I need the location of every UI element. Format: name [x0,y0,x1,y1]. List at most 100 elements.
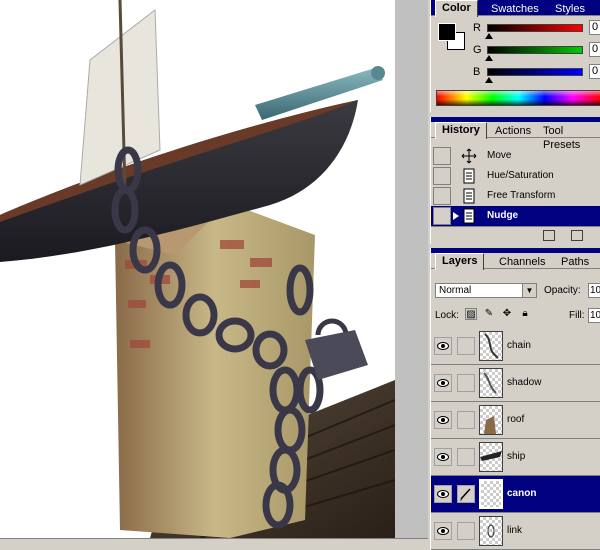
layer-row-ship[interactable]: ship [431,439,600,476]
layer-thumbnail [479,516,503,546]
foreground-color-swatch[interactable] [438,23,456,41]
history-item-label: Free Transform [487,190,556,201]
blue-slider[interactable] [487,68,583,76]
horizontal-scrollbar[interactable] [0,538,428,550]
tab-channels[interactable]: Channels [493,255,551,270]
history-panel-tabs: History Actions Tool Presets [431,122,600,151]
red-slider-row: R 0 [471,20,600,44]
history-item[interactable]: Free Transform [431,186,600,206]
layer-name: chain [507,340,531,351]
layer-thumbnail [479,442,503,472]
layer-link-toggle[interactable] [457,411,475,429]
chevron-down-icon[interactable]: ▼ [522,284,536,297]
layer-thumbnail [479,331,503,361]
document-icon [463,168,475,184]
layer-row-chain[interactable]: chain [431,328,600,365]
history-item-label: Nudge [487,210,519,221]
blue-label: B [473,66,481,78]
tab-styles[interactable]: Styles [549,2,591,17]
lock-all-icon[interactable]: 🔒︎ [519,308,531,320]
opacity-field[interactable]: 100% [588,283,600,298]
layer-list: chain shadow roof ship canon link [431,328,600,550]
layers-controls: Normal ▼ Opacity: 100% Lock: ▨ ✎ ✥ 🔒︎ Fi… [431,278,600,328]
history-snapshot-checkbox[interactable] [433,187,451,205]
tab-layers[interactable]: Layers [435,253,485,270]
green-slider-row: G 0 [471,42,600,66]
layer-name: canon [507,488,537,499]
brush-icon[interactable] [457,485,475,503]
tab-actions[interactable]: Actions [489,124,537,139]
visibility-eye-icon[interactable] [434,522,452,540]
history-state-marker-icon [453,212,459,220]
history-item-label: Move [487,150,512,161]
red-slider[interactable] [487,24,583,32]
blue-value-field[interactable]: 0 [589,64,600,79]
fill-field[interactable]: 100% [588,308,600,323]
blend-mode-value: Normal [439,285,472,296]
layer-link-toggle[interactable] [457,522,475,540]
tab-history[interactable]: History [435,122,487,139]
layer-row-roof[interactable]: roof [431,402,600,439]
camera-snapshot-icon[interactable] [571,230,583,241]
visibility-eye-icon[interactable] [434,485,452,503]
document-icon [463,208,475,224]
layer-name: shadow [507,377,542,388]
tab-color[interactable]: Color [435,0,478,17]
blend-mode-select[interactable]: Normal ▼ [435,283,537,298]
opacity-label: Opacity: [544,285,581,296]
layer-link-toggle[interactable] [457,448,475,466]
layer-thumbnail [479,368,503,398]
layer-link-toggle[interactable] [457,374,475,392]
red-slider-thumb[interactable] [485,33,493,39]
visibility-eye-icon[interactable] [434,411,452,429]
layer-row-link[interactable]: link [431,513,600,550]
history-panel: History Actions Tool Presets Move Hue/Sa… [430,117,600,244]
green-slider-thumb[interactable] [485,55,493,61]
color-panel: Color Swatches Styles R 0 G 0 B 0 [430,0,600,112]
tab-tool-presets[interactable]: Tool Presets [537,124,600,151]
green-label: G [473,44,482,56]
document-canvas[interactable] [0,0,395,538]
new-document-from-state-icon[interactable] [543,230,555,241]
layer-link-toggle[interactable] [457,337,475,355]
color-spectrum-bar[interactable] [436,90,600,106]
visibility-eye-icon[interactable] [434,337,452,355]
red-value-field[interactable]: 0 [589,20,600,35]
blue-slider-row: B 0 [471,64,600,88]
red-label: R [473,22,481,34]
history-snapshot-checkbox[interactable] [433,167,451,185]
history-snapshot-checkbox[interactable] [433,207,451,225]
history-item[interactable]: Move [431,146,600,166]
color-panel-tabs: Color Swatches Styles [431,0,600,17]
visibility-eye-icon[interactable] [434,448,452,466]
layer-row-shadow[interactable]: shadow [431,365,600,402]
tab-paths[interactable]: Paths [555,255,595,270]
layer-row-canon[interactable]: canon [431,476,600,513]
history-item-label: Hue/Saturation [487,170,554,181]
history-snapshot-checkbox[interactable] [433,147,451,165]
layer-name: link [507,525,523,536]
history-item-selected[interactable]: Nudge [431,206,600,226]
lock-label: Lock: [435,310,459,321]
visibility-eye-icon[interactable] [434,374,452,392]
move-tool-icon [461,148,477,164]
layers-panel: Layers Channels Paths Normal ▼ Opacity: … [430,248,600,550]
green-value-field[interactable]: 0 [589,42,600,57]
lock-move-icon[interactable]: ✥ [501,308,513,320]
fill-label: Fill: [569,310,585,321]
canvas-gutter [395,0,428,550]
green-slider[interactable] [487,46,583,54]
photoshop-workspace: Color Swatches Styles R 0 G 0 B 0 Histor… [0,0,600,550]
blue-slider-thumb[interactable] [485,77,493,83]
document-icon [463,188,475,204]
lock-transparency-icon[interactable]: ▨ [465,308,477,320]
history-item[interactable]: Hue/Saturation [431,166,600,186]
layer-name: ship [507,451,526,462]
lock-paint-brush-icon[interactable]: ✎ [483,308,495,320]
canvas-artwork [0,0,395,538]
layer-name: roof [507,414,525,425]
history-footer [431,226,600,244]
layer-thumbnail [479,479,503,509]
tab-swatches[interactable]: Swatches [485,2,545,17]
layer-thumbnail [479,405,503,435]
